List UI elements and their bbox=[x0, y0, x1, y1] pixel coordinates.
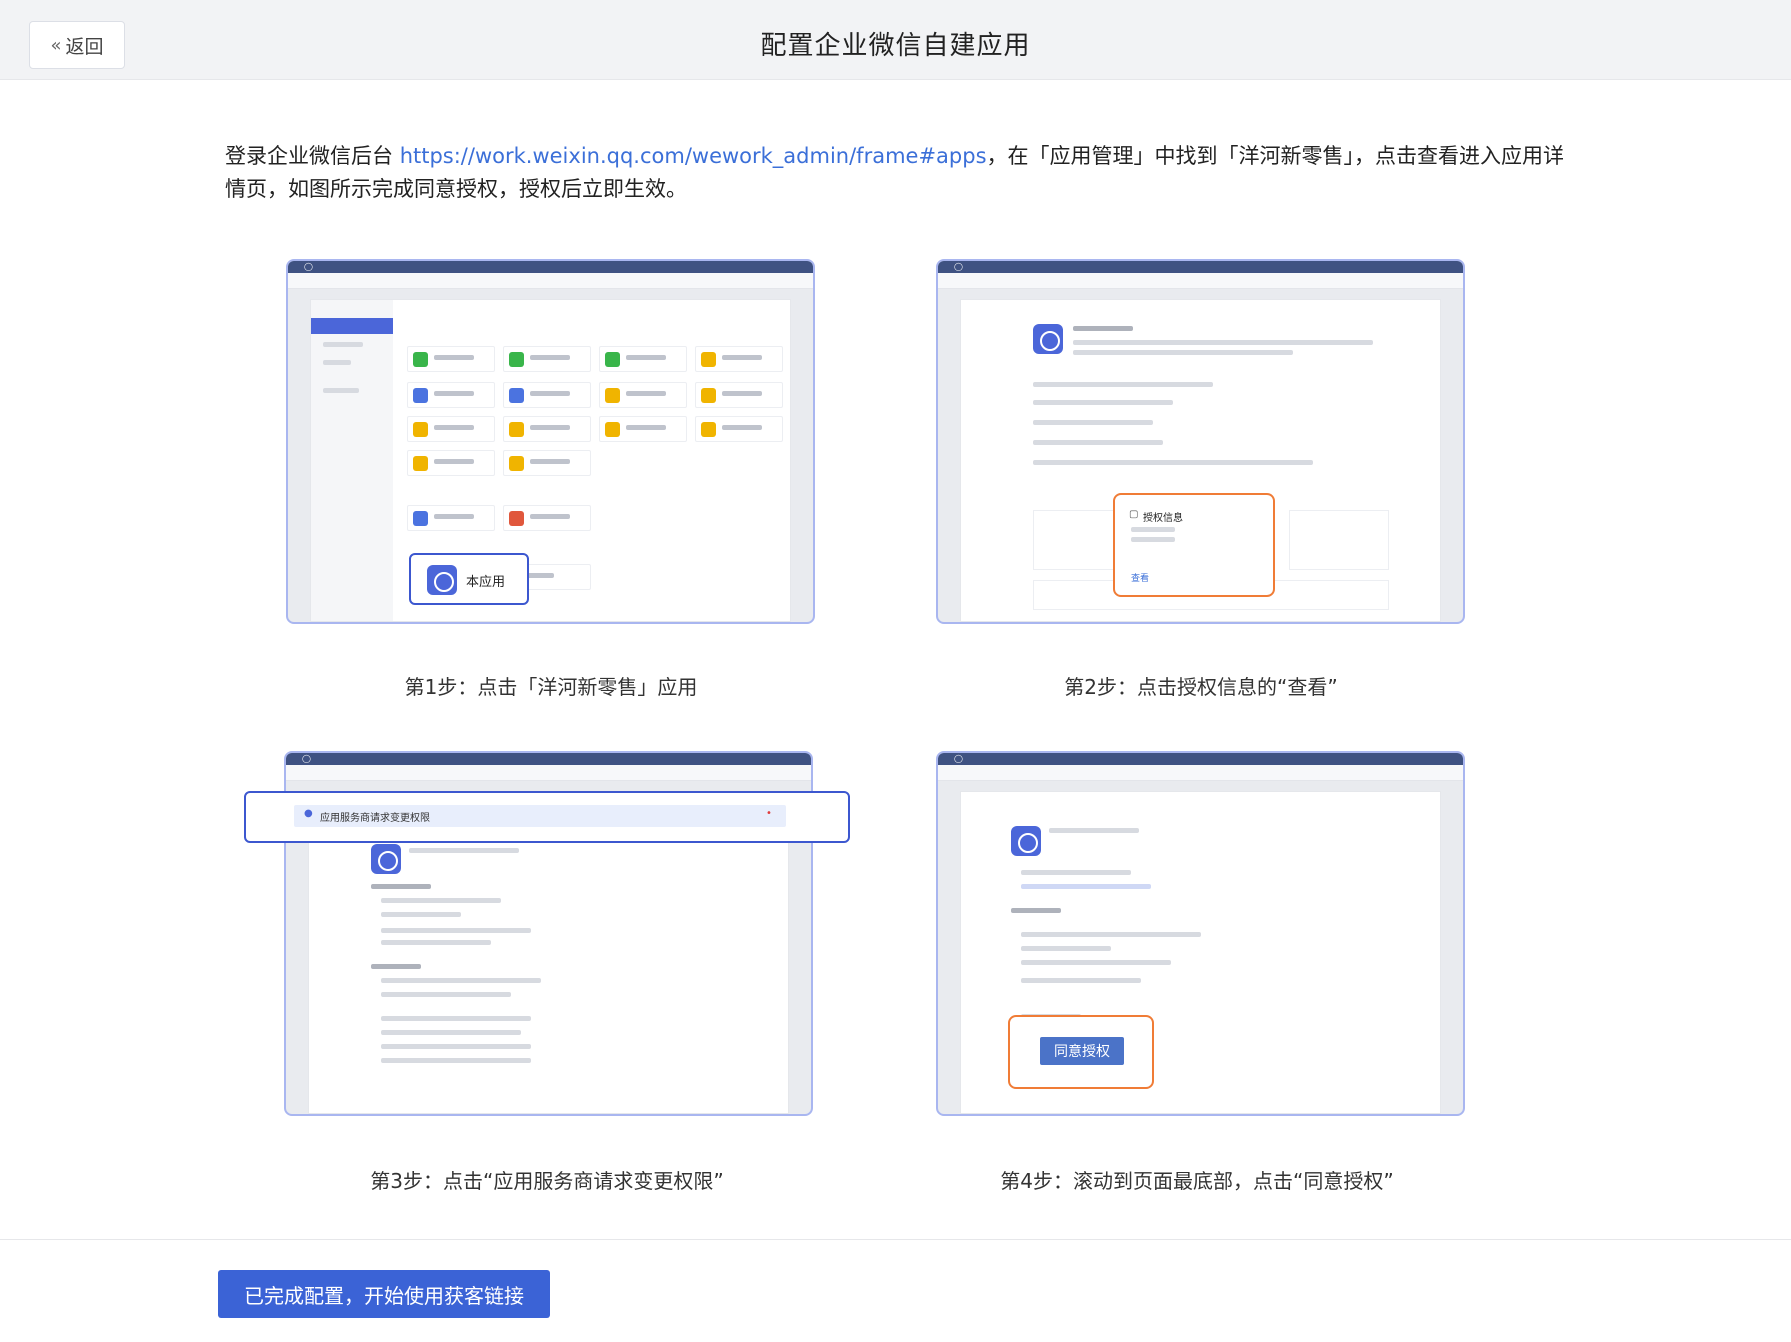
step-4-screenshot: ◯ 同意授权 bbox=[936, 751, 1465, 1116]
admin-link[interactable]: https://work.weixin.qq.com/wework_admin/… bbox=[400, 144, 987, 168]
step-4-caption: 第4步：滚动到页面最底部，点击“同意授权” bbox=[1000, 1169, 1394, 1193]
step-2-screenshot: ◯ ▢ 授权信息 查看 bbox=[936, 259, 1465, 624]
auth-info-title: 授权信息 bbox=[1143, 513, 1183, 524]
step-2-caption: 第2步：点击授权信息的“查看” bbox=[1064, 675, 1338, 699]
app-callout: 本应用 bbox=[409, 553, 529, 605]
wecom-logo: ◯ bbox=[304, 262, 313, 271]
intro-text: 登录企业微信后台 https://work.weixin.qq.com/wewo… bbox=[225, 140, 1570, 206]
start-using-button[interactable]: 已完成配置，开始使用获客链接 bbox=[218, 1270, 550, 1318]
doc-icon: ▢ bbox=[1129, 509, 1139, 520]
app-callout-label: 本应用 bbox=[466, 575, 506, 590]
step-1-screenshot: ◯ 本应用 bbox=[286, 259, 815, 624]
intro-before: 登录企业微信后台 bbox=[225, 144, 400, 168]
back-button-label: 返回 bbox=[65, 35, 104, 58]
agree-auth-callout: 同意授权 bbox=[1008, 1015, 1154, 1089]
permission-request-label: 应用服务商请求变更权限 bbox=[320, 813, 430, 824]
footer-divider bbox=[0, 1239, 1791, 1240]
step-3-caption: 第3步：点击“应用服务商请求变更权限” bbox=[370, 1169, 724, 1193]
info-icon: ● bbox=[304, 808, 313, 819]
permission-request-callout: ● 应用服务商请求变更权限 • bbox=[244, 791, 850, 843]
mock-header: ◯ bbox=[288, 261, 813, 273]
step-1-caption: 第1步：点击「洋河新零售」应用 bbox=[404, 675, 698, 699]
page-title: 配置企业微信自建应用 bbox=[760, 31, 1031, 61]
agree-auth-mock-button: 同意授权 bbox=[1040, 1037, 1124, 1065]
double-chevron-left-icon: « bbox=[50, 34, 62, 56]
red-dot-icon: • bbox=[766, 808, 772, 819]
auth-info-view-link: 查看 bbox=[1131, 574, 1150, 584]
top-bar: 配置企业微信自建应用 « 返回 bbox=[0, 0, 1791, 80]
auth-info-callout: ▢ 授权信息 查看 bbox=[1113, 493, 1275, 597]
mock-body bbox=[310, 299, 791, 622]
back-button[interactable]: « 返回 bbox=[29, 21, 125, 69]
mock-nav bbox=[288, 273, 813, 289]
